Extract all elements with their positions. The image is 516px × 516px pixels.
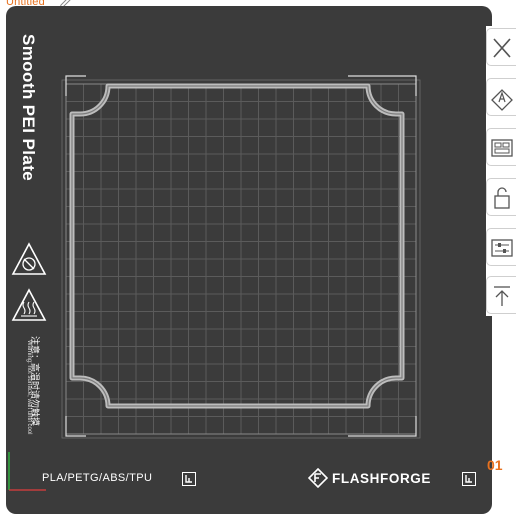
lock-plate-button[interactable] [486,178,516,216]
auto-orient-icon [491,89,513,111]
plate-toolbar [486,26,516,316]
close-icon [493,38,511,58]
plate-number[interactable]: 01 [487,457,503,473]
close-plate-button[interactable] [486,28,516,66]
lock-icon [494,187,510,209]
arrange-icon [491,139,513,157]
no-touch-warning-icon [11,242,47,275]
supported-materials: PLA/PETG/ABS/TPU [42,472,153,484]
flashforge-logo-icon [308,468,328,488]
auto-orient-button[interactable] [486,78,516,116]
settings-sliders-icon [491,239,513,257]
plate-marker-icon-right [462,472,476,486]
move-to-top-button[interactable] [486,276,516,314]
plate-grid [8,75,421,491]
arrange-button[interactable] [486,128,516,166]
brand-name: FLASHFORGE [332,471,431,486]
warning-text-en: Warning: hot surface, wait until cool [26,340,32,435]
hot-surface-warning-icon [11,288,47,321]
build-plate[interactable]: Smooth PEI Plate 注意：高温时请勿触摸 Warning: hot… [6,6,492,514]
plate-marker-icon [182,472,196,486]
plate-settings-button[interactable] [486,228,516,266]
plate-type-label: Smooth PEI Plate [19,34,38,182]
move-to-top-icon [494,286,510,306]
